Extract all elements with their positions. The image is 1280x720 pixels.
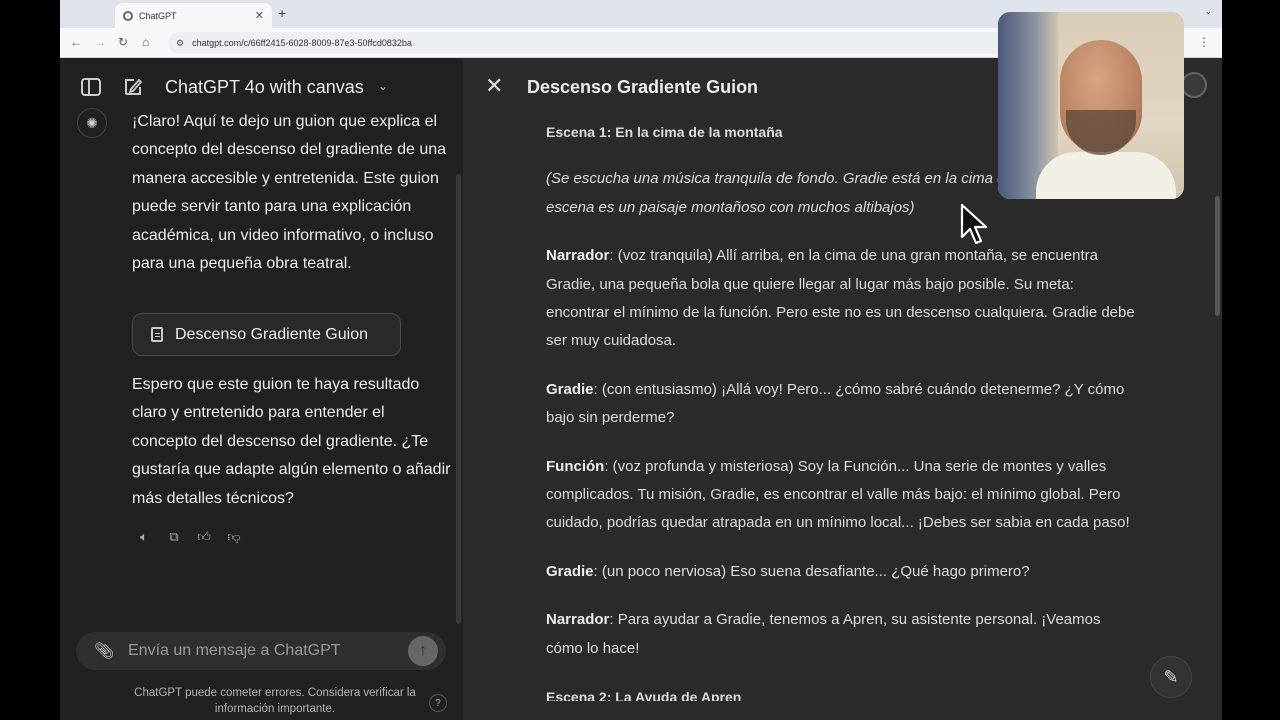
- new-tab-icon[interactable]: +: [278, 5, 286, 21]
- canvas-title: Descenso Gradiente Guion: [527, 77, 759, 97]
- assistant-message-outro: Espero que este guion te haya resultado …: [132, 376, 451, 507]
- copy-icon[interactable]: ⧉: [165, 528, 183, 546]
- message-composer[interactable]: 📎︎ Envía un mensaje a ChatGPT ↑: [76, 632, 446, 670]
- assistant-message-intro: ¡Claro! Aquí te dejo un guion que explic…: [132, 113, 447, 273]
- profile-avatar-icon[interactable]: [1181, 72, 1207, 98]
- thumbs-up-icon[interactable]: 👍︎: [195, 528, 213, 546]
- line-text: : (voz profunda y misteriosa) Soy la Fun…: [546, 457, 1130, 532]
- browser-menu-icon[interactable]: ⋮: [1198, 35, 1210, 49]
- canvas-scrollbar[interactable]: [1215, 196, 1220, 316]
- back-arrow-icon[interactable]: ←: [70, 35, 82, 49]
- document-chip[interactable]: Descenso Gradiente Guion: [132, 313, 401, 356]
- chat-scrollbar[interactable]: [456, 174, 461, 624]
- read-aloud-icon[interactable]: 🔈︎: [135, 528, 153, 546]
- disclaimer-text: ChatGPT puede cometer errores. Considera…: [134, 687, 416, 715]
- close-canvas-icon[interactable]: ✕: [485, 73, 503, 99]
- thumbs-down-icon[interactable]: 👎︎: [225, 528, 243, 546]
- speaker-name: Narrador: [546, 247, 610, 265]
- scene-heading: Escena 2: La Ayuda de Apren: [546, 689, 742, 702]
- line-text: : (un poco nerviosa) Eso suena desafiant…: [593, 562, 1030, 580]
- line-text: : (voz tranquila) Allí arriba, en la cim…: [546, 247, 1135, 350]
- script-line: Narrador: (voz tranquila) Allí arriba, e…: [546, 242, 1141, 356]
- url-text: chatgpt.com/c/66ff2415-6028-8009-87e3-50…: [192, 38, 412, 48]
- send-button[interactable]: ↑: [408, 636, 438, 666]
- tab-search-chevron-icon[interactable]: ⌄: [1204, 6, 1212, 17]
- speaker-name: Narrador: [546, 611, 610, 629]
- site-info-icon[interactable]: ⚙: [176, 38, 184, 49]
- tab-title: ChatGPT: [139, 10, 177, 21]
- model-selector[interactable]: ChatGPT 4o with canvas: [165, 77, 364, 98]
- webcam-person-beard: [1066, 110, 1136, 155]
- message-actions: 🔈︎ ⧉ 👍︎ 👎︎: [135, 528, 243, 546]
- close-tab-icon[interactable]: ✕: [255, 9, 264, 22]
- chatgpt-favicon-icon: [123, 10, 133, 21]
- document-chip-label: Descenso Gradiente Guion: [175, 325, 368, 343]
- reload-icon[interactable]: ↻: [118, 35, 128, 49]
- composer-placeholder[interactable]: Envía un mensaje a ChatGPT: [128, 642, 341, 660]
- mouse-pointer-icon: [960, 203, 988, 245]
- webcam-person-body: [1036, 152, 1176, 199]
- speaker-name: Función: [546, 457, 605, 475]
- browser-tab[interactable]: ChatGPT ✕: [115, 3, 272, 28]
- canvas-document[interactable]: Escena 1: En la cima de la montaña (Se e…: [546, 118, 1141, 720]
- script-line: Gradie: (un poco nerviosa) Eso suena des…: [546, 558, 1141, 586]
- script-line: Narrador: Para ayudar a Gradie, tenemos …: [546, 606, 1141, 663]
- speaker-name: Gradie: [546, 380, 594, 398]
- webcam-overlay: [998, 12, 1184, 199]
- script-line: Gradie: (con entusiasmo) ¡Allá voy! Pero…: [546, 376, 1141, 433]
- assistant-avatar-icon: ✺: [77, 108, 107, 138]
- sidebar-toggle-icon[interactable]: [80, 76, 102, 98]
- chat-panel: ChatGPT 4o with canvas ⌄ ✺ ¡Claro! Aquí …: [60, 58, 463, 720]
- home-icon[interactable]: ⌂: [142, 35, 149, 49]
- new-chat-icon[interactable]: [122, 76, 144, 98]
- attach-paperclip-icon[interactable]: 📎︎: [94, 641, 114, 661]
- help-button[interactable]: ?: [429, 694, 447, 712]
- line-text: : Para ayudar a Gradie, tenemos a Apren,…: [546, 611, 1101, 657]
- forward-arrow-icon[interactable]: →: [94, 35, 106, 49]
- line-text: : (con entusiasmo) ¡Allá voy! Pero... ¿c…: [546, 380, 1125, 427]
- speaker-name: Gradie: [546, 562, 594, 580]
- document-icon: [151, 327, 163, 342]
- script-line: Función: (voz profunda y misteriosa) Soy…: [546, 453, 1141, 538]
- chevron-down-icon[interactable]: ⌄: [378, 79, 388, 93]
- edit-suggestions-button[interactable]: ✎: [1150, 656, 1192, 698]
